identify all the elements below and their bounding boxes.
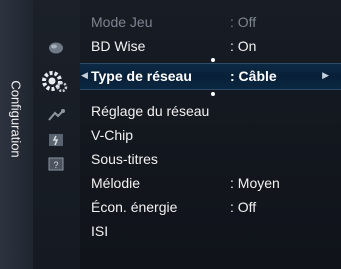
menu-item-label: Écon. énergie: [91, 199, 178, 215]
setup-icon[interactable]: [41, 69, 69, 93]
category-tab-configuration[interactable]: Configuration: [0, 0, 34, 269]
menu-item-econ-energie[interactable]: Écon. énergie : Off: [80, 195, 341, 219]
input-icon[interactable]: [45, 107, 67, 125]
menu-item-isi[interactable]: ISI: [80, 219, 341, 243]
menu-item-label: Réglage du réseau: [91, 103, 210, 119]
menu-item-value: : Off: [230, 199, 257, 215]
menu-item-v-chip[interactable]: V-Chip: [80, 123, 341, 147]
menu-item-label: V-Chip: [91, 127, 134, 143]
support-icon[interactable]: ?: [45, 155, 67, 173]
menu-item-mode-jeu[interactable]: Mode Jeu : Off: [80, 10, 341, 34]
category-icon-column: ?: [33, 0, 80, 269]
channel-icon[interactable]: [45, 131, 67, 149]
scroll-up-indicator: [211, 58, 215, 62]
svg-text:?: ?: [53, 160, 58, 170]
menu-item-label: Type de réseau: [91, 68, 192, 84]
menu-item-label: Mode Jeu: [91, 14, 153, 30]
menu-item-label: ISI: [91, 223, 109, 239]
menu-item-label: Mélodie: [91, 175, 141, 191]
right-arrow-icon[interactable]: ▶: [322, 70, 329, 81]
menu-item-label: BD Wise: [91, 38, 146, 54]
settings-menu: Mode Jeu : Off BD Wise : On ◀ Type de ré…: [80, 0, 341, 269]
menu-item-label: Sous-titres: [91, 151, 158, 167]
menu-item-sous-titres[interactable]: Sous-titres: [80, 147, 341, 171]
picture-icon[interactable]: [45, 39, 67, 57]
menu-item-value: : Câble: [230, 68, 277, 84]
menu-item-value: : Moyen: [230, 175, 280, 191]
scroll-down-indicator: [211, 92, 215, 96]
menu-item-melodie[interactable]: Mélodie : Moyen: [80, 171, 341, 195]
menu-item-reglage-du-reseau[interactable]: Réglage du réseau: [80, 99, 341, 123]
menu-item-type-de-reseau[interactable]: ◀ Type de réseau : Câble ▶: [80, 63, 341, 90]
menu-item-value: : On: [230, 38, 257, 54]
menu-item-bd-wise[interactable]: BD Wise : On: [80, 34, 341, 58]
left-arrow-icon[interactable]: ◀: [81, 70, 88, 81]
menu-item-value: : Off: [230, 14, 257, 30]
category-label: Configuration: [8, 80, 24, 158]
